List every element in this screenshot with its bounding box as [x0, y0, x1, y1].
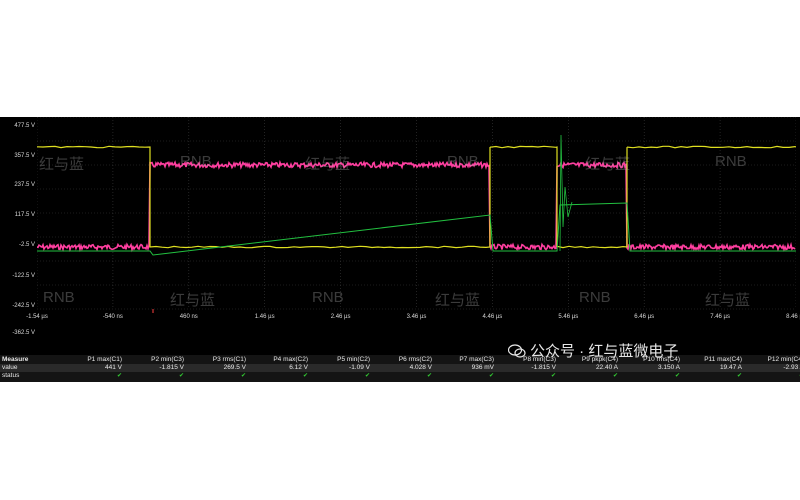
measure-param-value: 6.12 V	[289, 364, 308, 371]
measure-param-value: 936 mV	[471, 364, 494, 371]
status-row-label: status	[2, 372, 20, 379]
status-check-icon: ✔	[427, 373, 433, 379]
x-tick-label: 7.46 µs	[710, 314, 730, 320]
wechat-watermark-text: 公众号 · 红与蓝微电子	[530, 343, 679, 360]
measure-param-value: 4.028 V	[409, 364, 432, 371]
status-check-icon: ✔	[117, 373, 123, 379]
y-tick-label: 237.5 V	[14, 182, 35, 188]
x-tick-label: -540 ns	[102, 314, 123, 320]
measure-param-value: 269.5 V	[223, 364, 246, 371]
waveform-svg	[36, 116, 797, 313]
status-check-icon: ✔	[241, 373, 247, 379]
y-tick-label: 357.5 V	[14, 153, 35, 159]
ch4-spike	[559, 134, 573, 252]
watermark-text: RNB	[312, 289, 344, 306]
measure-param-value: -1.815 V	[159, 364, 184, 371]
wechat-icon	[508, 344, 526, 358]
measure-param-name: P2 min(C3)	[151, 356, 184, 363]
measure-param-value: 19.47 A	[719, 364, 742, 371]
x-tick-label: 3.46 µs	[406, 314, 427, 320]
measure-param-name: P5 min(C2)	[337, 356, 370, 363]
ch1-waveform	[36, 145, 797, 249]
wechat-watermark: 公众号 · 红与蓝微电子	[508, 340, 798, 362]
ch3-waveform	[36, 159, 796, 253]
measure-param-name: P1 max(C1)	[87, 356, 122, 363]
watermark-text: 红与蓝	[305, 156, 351, 173]
watermark-text: RNB	[715, 153, 747, 170]
measure-header-label: Measure	[2, 356, 29, 363]
waveform-plot: -1.54 µs -540 ns 460 ns 1.46 µs 2.46 µs 3.46 …	[26, 116, 800, 337]
y-tick-label: -242.5 V	[12, 303, 35, 309]
x-tick-label: 1.46 µs	[254, 314, 275, 320]
status-check-icon: ✔	[489, 373, 495, 379]
y-tick-label: -2.5 V	[18, 242, 35, 248]
watermark-text: RNB	[180, 153, 212, 170]
measure-param-name: P4 max(C2)	[273, 356, 308, 363]
x-tick-label: 5.46 µs	[558, 314, 579, 320]
watermark-text: 红与蓝	[170, 292, 216, 309]
watermark-text: 红与蓝	[585, 156, 631, 173]
status-check-icon: ✔	[737, 373, 743, 379]
y-tick-label: -122.5 V	[12, 273, 35, 279]
x-tick-label: -1.54 µs	[26, 314, 48, 320]
status-check-icon: ✔	[365, 373, 371, 379]
watermark-text: 红与蓝	[435, 292, 481, 309]
measure-param-value: 3.150 A	[657, 364, 680, 371]
measure-status-row: status ✔✔✔✔✔✔✔✔✔✔✔✔	[0, 372, 800, 380]
x-tick-label: 460 ns	[179, 314, 198, 320]
status-check-icon: ✔	[675, 373, 681, 379]
measure-param-value: -1.09 V	[349, 364, 370, 371]
x-tick-label: 2.46 µs	[330, 314, 351, 320]
measure-param-name: P6 rms(C2)	[398, 356, 432, 363]
watermark-text: RNB	[447, 153, 479, 170]
measure-param-value: -1.815 V	[531, 364, 556, 371]
status-check-icon: ✔	[303, 373, 309, 379]
x-tick-label: 4.46 µs	[482, 314, 503, 320]
y-tick-label: 477.5 V	[14, 123, 35, 129]
watermark-text: 红与蓝	[705, 292, 751, 309]
watermark-text: 红与蓝	[39, 156, 85, 173]
measure-param-name: P7 max(C3)	[459, 356, 494, 363]
y-tick-label: -362.5 V	[12, 330, 35, 336]
y-tick-label: 117.5 V	[14, 212, 35, 218]
measure-param-value: 22.40 A	[595, 364, 618, 371]
status-check-icon: ✔	[551, 373, 557, 379]
x-tick-label: 8.46 µs	[786, 314, 800, 320]
status-check-icon: ✔	[613, 373, 619, 379]
watermark-text: RNB	[579, 289, 611, 306]
measure-param-value: -2.93 A	[783, 364, 800, 371]
measure-param-value: 441 V	[105, 364, 122, 371]
status-check-icon: ✔	[179, 373, 185, 379]
x-tick-label: 6.46 µs	[634, 314, 655, 320]
measure-value-row: value 441 V -1.815 V 269.5 V 6.12 V -1.09 V 4…	[0, 364, 800, 372]
value-row-label: value	[2, 364, 18, 371]
measure-param-name: P3 rms(C1)	[212, 356, 246, 363]
watermark-text: RNB	[43, 289, 75, 306]
